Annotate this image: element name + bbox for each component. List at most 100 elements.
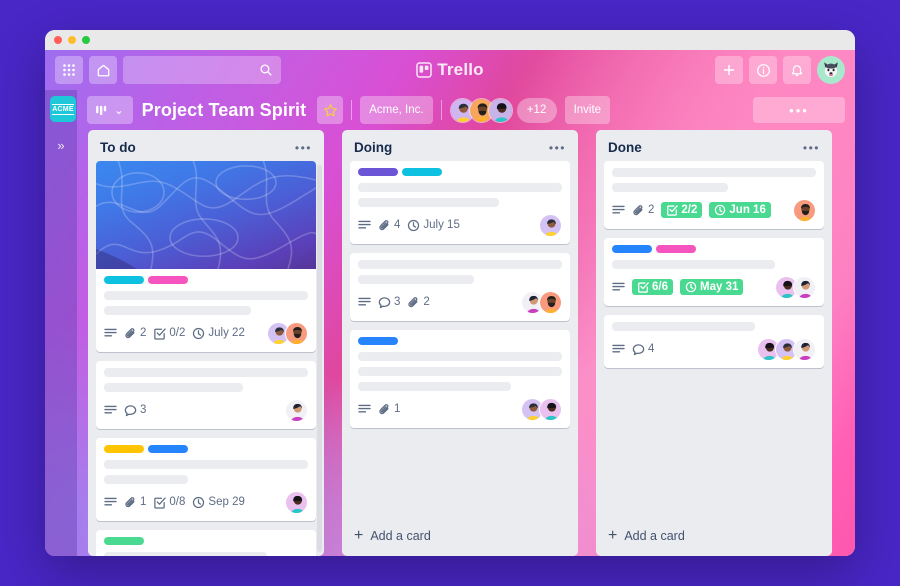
card-body: 2 0/2 July 22 bbox=[96, 269, 316, 352]
attachment-icon bbox=[379, 403, 389, 414]
list-title[interactable]: To do bbox=[100, 140, 136, 155]
list-menu-button[interactable]: ••• bbox=[295, 141, 312, 155]
card-labels bbox=[358, 337, 562, 345]
card-members bbox=[793, 198, 816, 222]
window-minimize-button[interactable] bbox=[68, 36, 76, 44]
card-members bbox=[775, 275, 816, 299]
card-title-line bbox=[104, 552, 268, 556]
list-menu-button[interactable]: ••• bbox=[549, 141, 566, 155]
card-body: 4 bbox=[604, 315, 824, 368]
list-menu-button[interactable]: ••• bbox=[803, 141, 820, 155]
sidebar-expand-icon[interactable]: » bbox=[57, 138, 64, 153]
add-card-button[interactable]: + Add a card bbox=[342, 520, 578, 556]
card-badge-text: 0/8 bbox=[169, 496, 186, 508]
card-badge-attachment: 4 bbox=[378, 219, 400, 232]
home-button[interactable] bbox=[89, 56, 117, 84]
checklist-icon bbox=[667, 205, 679, 216]
card-label[interactable] bbox=[612, 245, 652, 253]
card-label[interactable] bbox=[104, 537, 144, 545]
card-label[interactable] bbox=[358, 337, 398, 345]
team-name-button[interactable]: Acme, Inc. bbox=[360, 96, 433, 124]
trello-logo-icon bbox=[416, 62, 432, 78]
card-members bbox=[521, 290, 562, 314]
checklist-icon bbox=[638, 282, 649, 293]
card-label[interactable] bbox=[656, 245, 696, 253]
card-badge-attachment: 2 bbox=[124, 327, 146, 340]
card-body: 1 0/8 Sep 29 bbox=[96, 438, 316, 521]
card-badge-description bbox=[358, 297, 371, 308]
list-title[interactable]: Doing bbox=[354, 140, 392, 155]
list-title[interactable]: Done bbox=[608, 140, 642, 155]
card-title-line bbox=[612, 183, 729, 192]
avatar[interactable] bbox=[793, 275, 816, 299]
card-badge-due: Sep 29 bbox=[192, 496, 245, 509]
card-label[interactable] bbox=[104, 445, 144, 453]
avatar[interactable] bbox=[539, 213, 562, 237]
invite-button[interactable]: Invite bbox=[564, 96, 611, 124]
card-label[interactable] bbox=[104, 276, 144, 284]
card-badge-description bbox=[612, 205, 625, 216]
avatar[interactable] bbox=[285, 321, 308, 345]
avatar-image bbox=[794, 338, 815, 360]
card-cover-pattern bbox=[96, 161, 316, 269]
list-scrollbar[interactable] bbox=[317, 165, 322, 552]
window-close-button[interactable] bbox=[54, 36, 62, 44]
card-body: 32 bbox=[350, 253, 570, 321]
board-menu-button[interactable]: ••• bbox=[753, 97, 845, 123]
account-avatar[interactable] bbox=[817, 56, 845, 84]
card-badges: 2 0/2 July 22 bbox=[104, 321, 308, 345]
card-badge-comment: 3 bbox=[378, 296, 400, 309]
board-card[interactable]: 32 bbox=[350, 253, 570, 321]
avatar[interactable] bbox=[793, 198, 816, 222]
list-header: To do ••• bbox=[88, 130, 324, 161]
star-board-button[interactable] bbox=[317, 96, 344, 124]
avatar-image bbox=[540, 214, 561, 236]
apps-grid-button[interactable] bbox=[55, 56, 83, 84]
avatar[interactable] bbox=[539, 290, 562, 314]
card-label[interactable] bbox=[402, 168, 442, 176]
attachment-icon bbox=[633, 204, 643, 215]
board-card[interactable]: 2 2/2 Jun 16 bbox=[604, 161, 824, 229]
card-badge-due: July 22 bbox=[192, 327, 245, 340]
top-nav-actions bbox=[715, 56, 845, 84]
board-card[interactable]: 6/6 May 31 bbox=[604, 238, 824, 306]
avatar[interactable] bbox=[793, 337, 816, 361]
list-cards: 2 2/2 Jun 16 6/6 May 31 4 bbox=[596, 161, 832, 520]
header-divider-2 bbox=[440, 100, 442, 120]
board-view-switcher[interactable]: ⌄ bbox=[87, 96, 133, 124]
card-label[interactable] bbox=[148, 445, 188, 453]
board-card[interactable]: 1 bbox=[350, 330, 570, 428]
card-badge-text: July 22 bbox=[208, 327, 245, 339]
board-card[interactable]: 1 0/8 Sep 29 bbox=[96, 438, 316, 521]
card-badge-text: 2 bbox=[648, 204, 655, 216]
plus-icon: + bbox=[354, 527, 364, 544]
info-button[interactable] bbox=[749, 56, 777, 84]
search-input[interactable] bbox=[123, 56, 281, 84]
board-card[interactable]: 4 July 15 bbox=[350, 161, 570, 244]
window-maximize-button[interactable] bbox=[82, 36, 90, 44]
avatar[interactable] bbox=[539, 397, 562, 421]
card-label[interactable] bbox=[148, 276, 188, 284]
add-card-button[interactable]: + Add a card bbox=[596, 520, 832, 556]
board-card[interactable]: 2 0/2 July 22 bbox=[96, 161, 316, 352]
board-card[interactable]: 3 bbox=[96, 361, 316, 429]
notifications-button[interactable] bbox=[783, 56, 811, 84]
card-title-line bbox=[358, 198, 499, 207]
add-button[interactable] bbox=[715, 56, 743, 84]
card-title-line bbox=[104, 475, 188, 484]
comment-icon bbox=[632, 343, 645, 355]
card-body: 1 bbox=[350, 330, 570, 428]
description-icon bbox=[358, 404, 371, 412]
avatar[interactable] bbox=[285, 398, 308, 422]
card-body: 2 2/2 Jun 16 bbox=[604, 161, 824, 229]
extra-members-badge[interactable]: +12 bbox=[516, 97, 557, 123]
board-card[interactable] bbox=[96, 530, 316, 556]
card-label[interactable] bbox=[358, 168, 398, 176]
card-badge-text: July 15 bbox=[423, 219, 460, 231]
checklist-icon bbox=[154, 327, 167, 340]
avatar[interactable] bbox=[285, 490, 308, 514]
card-badge-attachment: 1 bbox=[378, 403, 400, 416]
avatar[interactable] bbox=[487, 97, 513, 123]
list-header: Done ••• bbox=[596, 130, 832, 161]
board-card[interactable]: 4 bbox=[604, 315, 824, 368]
